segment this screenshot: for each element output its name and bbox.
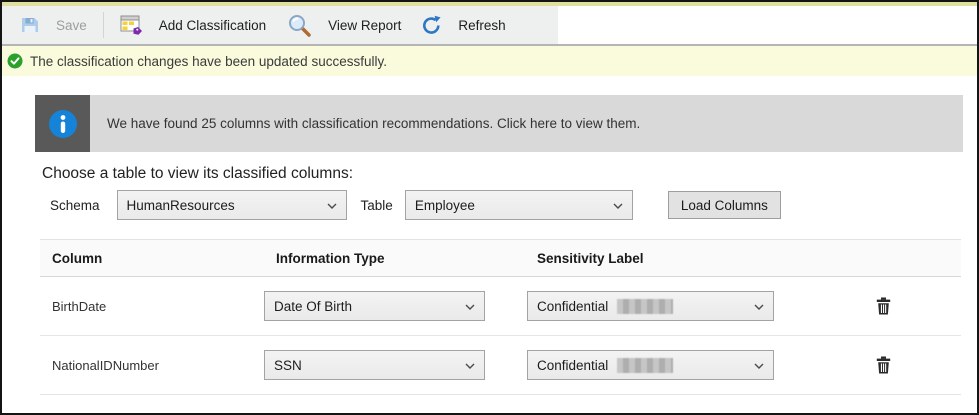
add-classification-label: Add Classification [159,18,266,33]
data-classification-pane: Save Add Classification [0,0,979,415]
schema-dropdown-value: HumanResources [127,198,235,213]
save-icon [20,15,40,35]
sensitivity-label-value: Confidential [537,299,608,314]
refresh-label: Refresh [458,18,505,33]
table-dropdown-value: Employee [415,198,475,213]
save-label: Save [56,18,87,33]
chevron-down-icon [754,363,764,369]
delete-classification-button[interactable] [872,293,895,319]
table-label: Table [361,198,393,213]
sensitivity-label-value: Confidential [537,358,608,373]
save-button[interactable]: Save [10,6,97,44]
info-icon [47,108,79,140]
sensitivity-label-dropdown[interactable]: Confidential [527,350,774,380]
view-report-button[interactable]: View Report [276,6,411,44]
view-report-icon [286,13,312,38]
classified-columns-table: Column Information Type Sensitivity Labe… [40,239,961,395]
toolbar-strip: Save Add Classification [2,6,558,44]
trash-icon [876,356,891,374]
status-message-text: The classification changes have been upd… [30,54,387,69]
refresh-button[interactable]: Refresh [411,6,515,44]
load-columns-button[interactable]: Load Columns [668,191,781,219]
column-header-sensitivity-label: Sensitivity Label [525,251,805,266]
information-type-dropdown[interactable]: Date Of Birth [264,291,485,321]
recommendation-banner-text[interactable]: We have found 25 columns with classifica… [107,116,640,131]
table-row: NationalIDNumber SSN Confidential [40,336,961,395]
chevron-down-icon [327,203,337,209]
information-type-value: SSN [274,358,302,373]
refresh-icon [421,15,442,36]
information-type-dropdown[interactable]: SSN [264,350,485,380]
information-type-value: Date Of Birth [274,299,352,314]
add-classification-icon [120,15,143,36]
column-header-information-type: Information Type [264,251,525,266]
toolbar: Save Add Classification [2,6,977,46]
schema-label: Schema [50,198,100,213]
table-dropdown[interactable]: Employee [405,190,633,220]
success-check-icon [7,53,23,69]
schema-dropdown[interactable]: HumanResources [117,190,347,220]
table-header-row: Column Information Type Sensitivity Labe… [40,240,961,277]
chevron-down-icon [613,203,623,209]
sensitivity-label-dropdown[interactable]: Confidential [527,291,774,321]
info-icon-tile [35,95,90,152]
recommendation-banner[interactable]: We have found 25 columns with classifica… [35,95,963,152]
chevron-down-icon [465,304,475,310]
choose-table-heading: Choose a table to view its classified co… [42,165,977,183]
status-message-bar: The classification changes have been upd… [2,46,977,76]
delete-classification-button[interactable] [872,352,895,378]
redacted-label-fragment [617,358,673,373]
trash-icon [876,297,891,315]
chevron-down-icon [465,363,475,369]
recommendation-banner-body[interactable]: We have found 25 columns with classifica… [90,95,963,152]
redacted-label-fragment [617,299,673,314]
chevron-down-icon [754,304,764,310]
table-row: BirthDate Date Of Birth Confidential [40,277,961,336]
column-header-column: Column [40,251,264,266]
toolbar-separator [103,12,104,38]
table-picker-row: Schema HumanResources Table Employee Loa… [50,190,977,220]
add-classification-button[interactable]: Add Classification [110,6,276,44]
column-name: NationalIDNumber [40,358,264,373]
view-report-label: View Report [328,18,401,33]
column-name: BirthDate [40,299,264,314]
